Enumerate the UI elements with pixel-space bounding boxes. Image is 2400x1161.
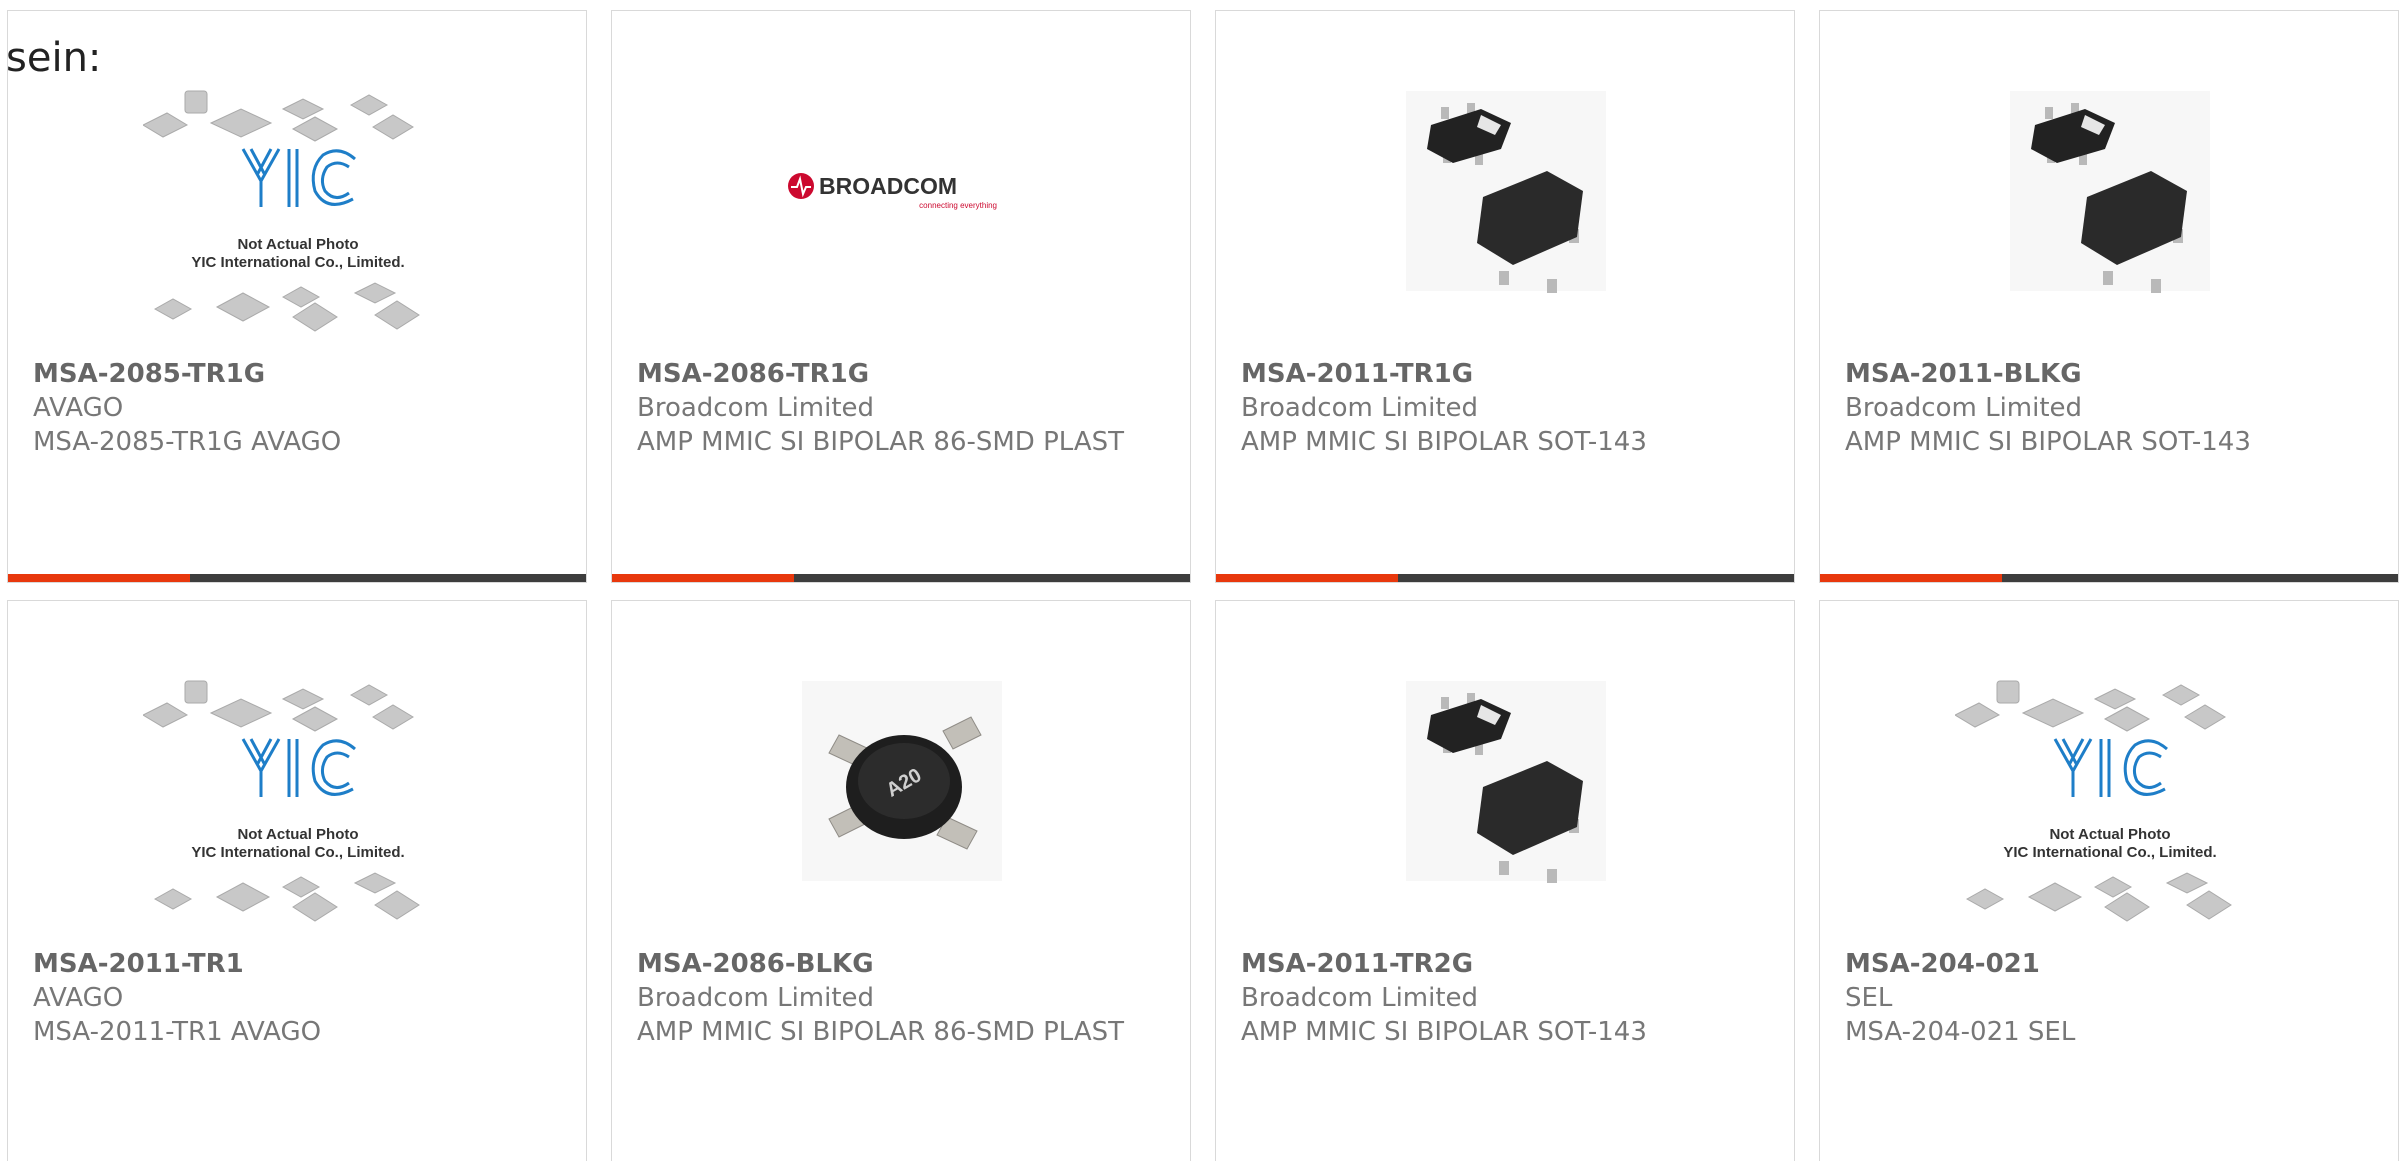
manufacturer-label: SEL — [1845, 983, 1893, 1013]
product-card[interactable]: MSA-2011-TR1G Broadcom Limited AMP MMIC … — [1215, 10, 1795, 583]
card-footer-bar — [1820, 574, 2398, 582]
svg-text:connecting everything: connecting everything — [919, 201, 997, 210]
manufacturer-label: AVAGO — [33, 983, 124, 1013]
manufacturer-label: Broadcom Limited — [1241, 393, 1479, 423]
svg-text:Not Actual Photo: Not Actual Photo — [237, 236, 358, 253]
description-label: MSA-204-021 SEL — [1845, 1017, 2076, 1047]
part-number-link[interactable]: MSA-2011-BLKG — [1845, 357, 2373, 391]
placeholder-photo-icon: Not Actual Photo YIC International Co., … — [143, 90, 420, 332]
description-label: MSA-2085-TR1G AVAGO — [33, 427, 342, 457]
product-image[interactable]: Not Actual Photo YIC International Co., … — [143, 79, 453, 359]
manufacturer-label: Broadcom Limited — [1241, 983, 1479, 1013]
manufacturer-label: Broadcom Limited — [1845, 393, 2083, 423]
product-image[interactable] — [1955, 79, 2265, 359]
part-number-link[interactable]: MSA-2011-TR1 — [33, 947, 561, 981]
card-footer-bar — [1216, 574, 1794, 582]
product-image[interactable]: Not Actual Photo YIC International Co., … — [143, 669, 453, 949]
intro-text: sein: — [6, 35, 102, 81]
description-label: MSA-2011-TR1 AVAGO — [33, 1017, 322, 1047]
product-card[interactable]: Not Actual Photo YIC International Co., … — [7, 10, 587, 583]
product-image[interactable] — [1351, 79, 1661, 359]
card-footer-bar — [8, 574, 586, 582]
svg-text:YIC International Co., Limited: YIC International Co., Limited. — [2003, 844, 2216, 861]
product-image[interactable] — [1351, 669, 1661, 949]
description-label: AMP MMIC SI BIPOLAR 86-SMD PLAST — [637, 427, 1125, 457]
product-info: MSA-2086-TR1G Broadcom Limited AMP MMIC … — [637, 357, 1165, 459]
description-label: AMP MMIC SI BIPOLAR SOT-143 — [1845, 427, 2251, 457]
description-label: AMP MMIC SI BIPOLAR SOT-143 — [1241, 1017, 1647, 1047]
product-card[interactable]: MSA-2011-TR2G Broadcom Limited AMP MMIC … — [1215, 600, 1795, 1161]
description-label: AMP MMIC SI BIPOLAR SOT-143 — [1241, 427, 1647, 457]
sot143-package-icon — [2010, 91, 2210, 293]
product-info: MSA-2085-TR1G AVAGO MSA-2085-TR1G AVAGO — [33, 357, 561, 459]
manufacturer-label: AVAGO — [33, 393, 124, 423]
svg-text:Not Actual Photo: Not Actual Photo — [237, 826, 358, 843]
product-grid-page: sein: Not Actual Photo YIC International… — [0, 0, 2400, 1161]
product-info: MSA-2086-BLKG Broadcom Limited AMP MMIC … — [637, 947, 1165, 1049]
placeholder-photo-icon: Not Actual Photo YIC International Co., … — [1955, 680, 2232, 922]
product-info: MSA-204-021 SEL MSA-204-021 SEL — [1845, 947, 2373, 1049]
product-info: MSA-2011-TR1G Broadcom Limited AMP MMIC … — [1241, 357, 1769, 459]
sot143-package-icon — [1406, 681, 1606, 883]
product-card[interactable]: BROADCOM connecting everything MSA-2086-… — [611, 10, 1191, 583]
sot143-package-icon — [1406, 91, 1606, 293]
svg-text:BROADCOM: BROADCOM — [819, 173, 957, 199]
part-number-link[interactable]: MSA-2011-TR2G — [1241, 947, 1769, 981]
product-info: MSA-2011-TR2G Broadcom Limited AMP MMIC … — [1241, 947, 1769, 1049]
svg-text:YIC International Co., Limited: YIC International Co., Limited. — [191, 844, 404, 861]
description-label: AMP MMIC SI BIPOLAR 86-SMD PLAST — [637, 1017, 1125, 1047]
card-footer-bar — [612, 574, 1190, 582]
product-image[interactable]: A20 — [747, 669, 1057, 949]
part-number-link[interactable]: MSA-2086-BLKG — [637, 947, 1165, 981]
svg-text:YIC International Co., Limited: YIC International Co., Limited. — [191, 254, 404, 271]
product-card[interactable]: Not Actual Photo YIC International Co., … — [1819, 600, 2399, 1161]
broadcom-logo-icon: BROADCOM connecting everything — [788, 173, 997, 210]
product-info: MSA-2011-TR1 AVAGO MSA-2011-TR1 AVAGO — [33, 947, 561, 1049]
smd86-package-icon: A20 — [802, 681, 1002, 881]
placeholder-photo-icon: Not Actual Photo YIC International Co., … — [143, 680, 420, 922]
part-number-link[interactable]: MSA-2086-TR1G — [637, 357, 1165, 391]
part-number-link[interactable]: MSA-2011-TR1G — [1241, 357, 1769, 391]
product-card[interactable]: A20 MSA-2086-BLKG Broadcom Limited AMP M… — [611, 600, 1191, 1161]
manufacturer-label: Broadcom Limited — [637, 393, 875, 423]
product-card[interactable]: MSA-2011-BLKG Broadcom Limited AMP MMIC … — [1819, 10, 2399, 583]
part-number-link[interactable]: MSA-204-021 — [1845, 947, 2373, 981]
product-image[interactable]: Not Actual Photo YIC International Co., … — [1955, 669, 2265, 949]
product-card[interactable]: Not Actual Photo YIC International Co., … — [7, 600, 587, 1161]
svg-text:Not Actual Photo: Not Actual Photo — [2049, 826, 2170, 843]
manufacturer-label: Broadcom Limited — [637, 983, 875, 1013]
product-info: MSA-2011-BLKG Broadcom Limited AMP MMIC … — [1845, 357, 2373, 459]
part-number-link[interactable]: MSA-2085-TR1G — [33, 357, 561, 391]
product-image[interactable]: BROADCOM connecting everything — [747, 79, 1057, 359]
